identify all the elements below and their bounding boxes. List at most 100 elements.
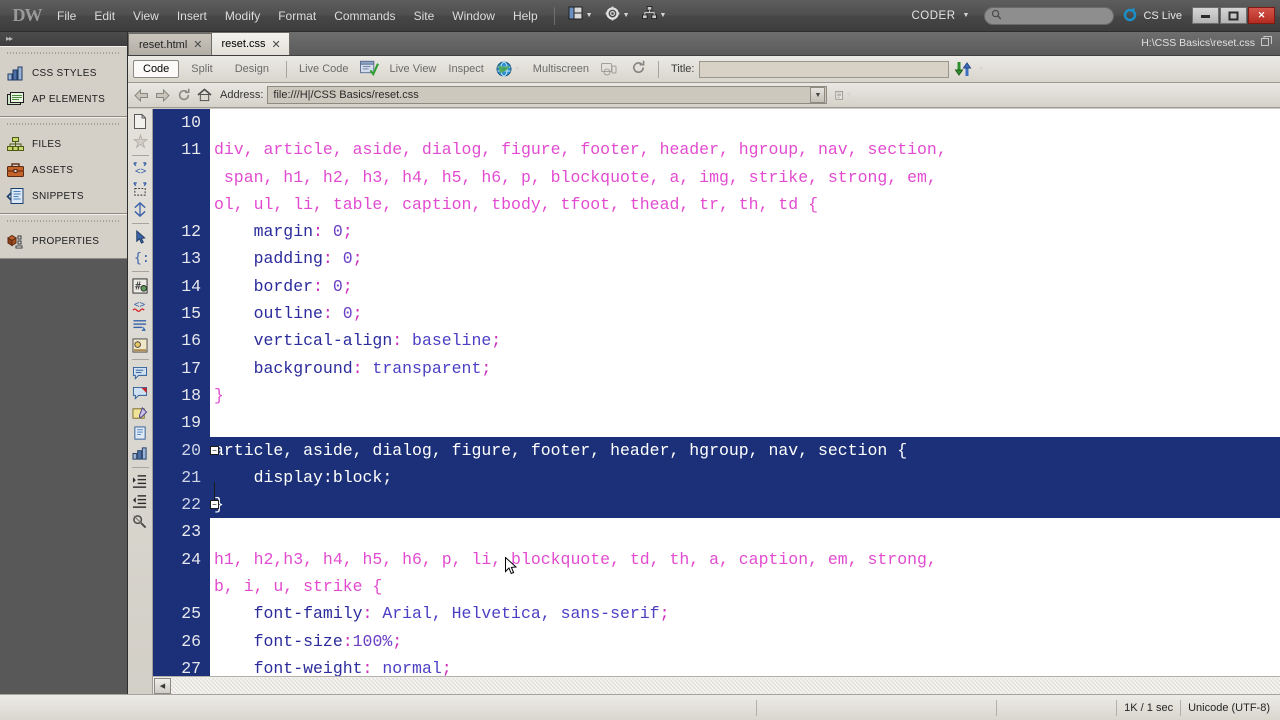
code-line[interactable]: 17 background: transparent; xyxy=(153,354,1280,382)
outdent-code-icon[interactable] xyxy=(130,492,151,511)
code-line[interactable]: 18} xyxy=(153,381,1280,410)
code-line[interactable]: 20− article, aside, dialog, figure, foote… xyxy=(153,436,1280,464)
code-line[interactable]: 15 outline: 0; xyxy=(153,300,1280,328)
code-text[interactable]: padding: 0; xyxy=(210,245,1280,272)
line-numbers-icon[interactable]: # xyxy=(130,276,151,295)
format-source-code-icon[interactable] xyxy=(130,512,151,531)
remove-comment-icon[interactable] xyxy=(130,384,151,403)
split-view-button[interactable]: Split xyxy=(181,60,222,78)
code-line[interactable]: 11 div, article, aside, dialog, figure, f… xyxy=(153,136,1280,164)
apply-comment-icon[interactable] xyxy=(130,364,151,383)
dock-item-assets[interactable]: ASSETS xyxy=(0,157,127,183)
expand-all-icon[interactable] xyxy=(130,200,151,219)
recent-snippets-icon[interactable] xyxy=(130,424,151,443)
extend-dropdown[interactable]: ▼ xyxy=(599,3,636,29)
move-css-rules-icon[interactable] xyxy=(130,444,151,463)
dock-item-ap-elements[interactable]: AP ELEMENTS xyxy=(0,86,127,112)
code-text[interactable]: font-weight: normal; xyxy=(210,655,1280,676)
code-text[interactable] xyxy=(210,518,1280,545)
code-view-button[interactable]: Code xyxy=(133,60,180,78)
code-lines-container[interactable]: 10 11 div, article, aside, dialog, figure… xyxy=(153,109,1280,676)
code-text[interactable]: ol, ul, li, table, caption, tbody, tfoot… xyxy=(210,191,1280,218)
code-text[interactable]: h1, h2,h3, h4, h5, h6, p, li, blockquote… xyxy=(210,546,1280,573)
menu-view[interactable]: View xyxy=(124,0,168,32)
code-line[interactable]: 26 font-size:100%; xyxy=(153,627,1280,655)
status-encoding[interactable]: Unicode (UTF-8) xyxy=(1180,699,1280,716)
code-line[interactable]: 25 font-family: Arial, Helvetica, sans-s… xyxy=(153,600,1280,628)
code-line[interactable]: ol, ul, li, table, caption, tbody, tfoot… xyxy=(153,190,1280,219)
syntax-coloring-icon[interactable] xyxy=(130,336,151,355)
tab-reset-html[interactable]: reset.html ✕ xyxy=(128,33,212,55)
code-line[interactable]: 24 h1, h2,h3, h4, h5, h6, p, li, blockquo… xyxy=(153,545,1280,574)
code-line[interactable]: 22−} xyxy=(153,491,1280,519)
cs-live-button[interactable]: CS Live xyxy=(1123,6,1192,25)
code-line[interactable]: 19 xyxy=(153,409,1280,437)
balance-braces-icon[interactable]: {:} xyxy=(130,248,151,267)
code-pane[interactable]: 10 11 div, article, aside, dialog, figure… xyxy=(153,109,1280,694)
collapse-full-tag-icon[interactable]: <> xyxy=(130,160,151,179)
indent-code-icon[interactable] xyxy=(130,472,151,491)
code-text[interactable]: margin: 0; xyxy=(210,218,1280,245)
show-code-navigator-icon[interactable] xyxy=(130,132,151,151)
menu-site[interactable]: Site xyxy=(405,0,444,32)
menu-window[interactable]: Window xyxy=(443,0,504,32)
forward-icon[interactable] xyxy=(154,87,171,104)
minimize-button[interactable] xyxy=(1192,7,1219,24)
code-text[interactable]: span, h1, h2, h3, h4, h5, h6, p, blockqu… xyxy=(210,164,1280,191)
code-line[interactable]: 23 xyxy=(153,518,1280,546)
address-field-wrapper[interactable]: ▼ xyxy=(267,86,828,104)
dock-item-snippets[interactable]: SNIPPETS xyxy=(0,183,127,209)
workspace-switcher[interactable]: CODER ▼ xyxy=(898,3,976,29)
code-line[interactable]: 10 xyxy=(153,109,1280,137)
close-icon[interactable]: ✕ xyxy=(272,38,281,51)
close-button[interactable]: ✕ xyxy=(1248,7,1275,24)
code-text[interactable]: } xyxy=(210,491,1280,519)
address-input[interactable] xyxy=(268,89,810,101)
code-text[interactable]: vertical-align: baseline; xyxy=(210,327,1280,354)
menu-format[interactable]: Format xyxy=(269,0,325,32)
search-field-wrapper[interactable] xyxy=(984,6,1115,25)
code-fold-toggle[interactable]: − xyxy=(210,500,219,510)
code-text[interactable]: } xyxy=(210,382,1280,409)
code-text[interactable]: b, i, u, strike { xyxy=(210,573,1280,600)
horizontal-scrollbar[interactable]: ◀ xyxy=(153,676,1280,694)
dock-item-files[interactable]: FILES xyxy=(0,131,127,157)
code-line[interactable]: 12 margin: 0; xyxy=(153,218,1280,246)
close-icon[interactable]: ✕ xyxy=(193,38,202,51)
menu-help[interactable]: Help xyxy=(504,0,547,32)
highlight-invalid-code-icon[interactable]: <> xyxy=(130,296,151,315)
code-line[interactable]: b, i, u, strike { xyxy=(153,573,1280,601)
maximize-button[interactable] xyxy=(1220,7,1247,24)
code-text[interactable] xyxy=(210,109,1280,136)
collapse-outside-selection-icon[interactable] xyxy=(130,180,151,199)
word-wrap-icon[interactable] xyxy=(130,316,151,335)
menu-modify[interactable]: Modify xyxy=(216,0,269,32)
open-documents-icon[interactable] xyxy=(130,112,151,131)
scroll-left-arrow[interactable]: ◀ xyxy=(154,677,171,694)
code-text[interactable]: font-size:100%; xyxy=(210,628,1280,655)
file-browser-icon[interactable]: ▼ xyxy=(835,87,852,104)
dock-grip[interactable] xyxy=(7,51,120,56)
menu-edit[interactable]: Edit xyxy=(85,0,124,32)
refresh-icon[interactable] xyxy=(175,87,192,104)
code-text[interactable]: background: transparent; xyxy=(210,355,1280,382)
code-line[interactable]: 21 display:block; xyxy=(153,463,1280,509)
tab-reset-css[interactable]: reset.css ✕ xyxy=(210,32,290,55)
address-dropdown-button[interactable]: ▼ xyxy=(810,87,826,103)
menu-commands[interactable]: Commands xyxy=(325,0,404,32)
code-line[interactable]: 16 vertical-align: baseline; xyxy=(153,327,1280,355)
preview-in-browser-icon[interactable]: ▼ xyxy=(496,61,521,77)
dock-grip[interactable] xyxy=(7,122,120,127)
inspect-live-code-icon[interactable] xyxy=(359,59,379,79)
site-dropdown[interactable]: ▼ xyxy=(636,3,673,29)
code-text[interactable]: font-family: Arial, Helvetica, sans-seri… xyxy=(210,600,1280,627)
select-parent-tag-icon[interactable] xyxy=(130,228,151,247)
dock-item-css-styles[interactable]: CSS STYLES xyxy=(0,60,127,86)
code-text[interactable]: div, article, aside, dialog, figure, foo… xyxy=(210,136,1280,163)
code-line[interactable]: 27 font-weight: normal; xyxy=(153,654,1280,676)
code-text[interactable]: outline: 0; xyxy=(210,300,1280,327)
code-fold-toggle[interactable]: − xyxy=(210,445,219,455)
scrollbar-track[interactable] xyxy=(171,677,1280,694)
layout-dropdown[interactable]: ▼ xyxy=(562,3,599,29)
dock-item-properties[interactable]: PROPERTIES xyxy=(0,228,127,254)
